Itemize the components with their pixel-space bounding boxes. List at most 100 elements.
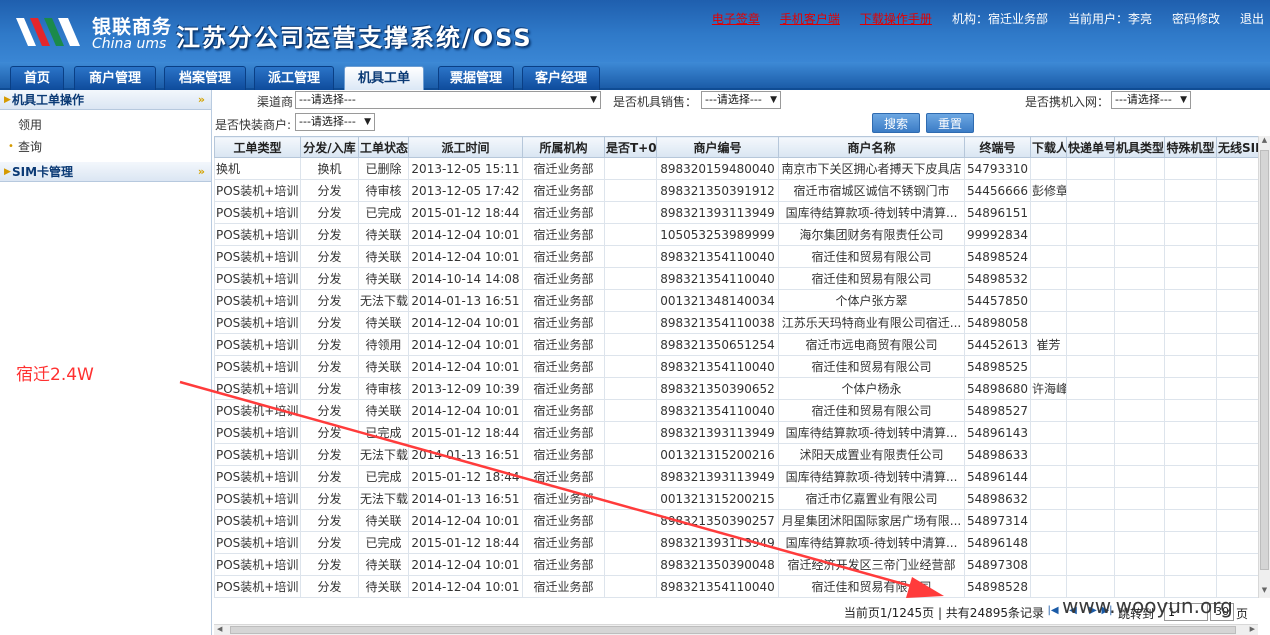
table-cell	[1216, 245, 1258, 268]
table-cell: 898321350390652	[656, 377, 779, 400]
table-cell	[1164, 553, 1217, 576]
table-cell: 54456666	[964, 179, 1031, 202]
table-row[interactable]: POS装机+培训 分发 已完成 2015-01-12 18:44 宿迁业务部 898321…	[214, 201, 1258, 224]
table-cell: 分发	[300, 355, 359, 378]
column-header[interactable]: 工单类型	[214, 136, 301, 158]
nav-tab-4[interactable]: 机具工单	[344, 66, 424, 90]
table-cell	[1066, 223, 1115, 246]
table-cell: 分发	[300, 465, 359, 488]
channel-select-value: ---请选择---	[299, 93, 356, 106]
column-header[interactable]: 特殊机型	[1164, 136, 1217, 158]
scroll-up-icon[interactable]: ▲	[1259, 136, 1270, 148]
column-header[interactable]: 派工时间	[408, 136, 523, 158]
table-row[interactable]: POS装机+培训 分发 已完成 2015-01-12 18:44 宿迁业务部 898321…	[214, 531, 1258, 554]
table-row[interactable]: POS装机+培训 分发 待审核 2013-12-09 10:39 宿迁业务部 898321…	[214, 377, 1258, 400]
header-link-6[interactable]: 退出	[1240, 12, 1264, 26]
column-header[interactable]: 是否T+0	[604, 136, 657, 158]
table-row[interactable]: POS装机+培训 分发 待领用 2014-12-04 10:01 宿迁业务部 898321…	[214, 333, 1258, 356]
header-link-2[interactable]: 下载操作手册	[860, 12, 932, 26]
nav-tab-1[interactable]: 商户管理	[74, 66, 156, 90]
nav-tab-0[interactable]: 首页	[10, 66, 64, 90]
column-header[interactable]: 所属机构	[522, 136, 605, 158]
channel-select[interactable]: ---请选择--- ▼	[295, 91, 601, 109]
table-cell	[1114, 553, 1165, 576]
column-header[interactable]: 分发/入库	[300, 136, 359, 158]
table-cell: 宿迁市宿城区诚信不锈钢门市	[778, 179, 965, 202]
table-header-row: 工单类型 分发/入库 工单状态 派工时间 所属机构 是否T+0 商户编号 商户名称 终端号 下载人…	[214, 136, 1258, 158]
sidebar-group-pos-orders[interactable]: ▶ 机具工单操作 »	[0, 90, 211, 110]
table-row[interactable]: 换机 换机 已删除 2013-12-05 15:11 宿迁业务部 898320159480…	[214, 157, 1258, 180]
table-row[interactable]: POS装机+培训 分发 无法下载 2014-01-13 16:51 宿迁业务部 00132…	[214, 443, 1258, 466]
table-row[interactable]: POS装机+培训 分发 待关联 2014-12-04 10:01 宿迁业务部 898321…	[214, 399, 1258, 422]
scroll-thumb[interactable]	[1260, 150, 1269, 570]
nav-tab-3[interactable]: 派工管理	[254, 66, 334, 90]
table-cell: POS装机+培训	[214, 443, 301, 466]
column-header[interactable]: 快递单号	[1066, 136, 1115, 158]
table-cell	[1114, 421, 1165, 444]
table-cell: 898321350390257	[656, 509, 779, 532]
table-row[interactable]: POS装机+培训 分发 待关联 2014-12-04 10:01 宿迁业务部 105053…	[214, 223, 1258, 246]
scroll-left-icon[interactable]: ◀	[217, 625, 222, 633]
table-cell	[1216, 487, 1258, 510]
first-page-icon[interactable]: |◀	[1046, 605, 1060, 619]
table-cell: 898321354110038	[656, 311, 779, 334]
table-row[interactable]: POS装机+培训 分发 已完成 2015-01-12 18:44 宿迁业务部 898321…	[214, 421, 1258, 444]
chevron-double-down-icon[interactable]: »	[198, 90, 205, 110]
table-cell	[1216, 179, 1258, 202]
table-row[interactable]: POS装机+培训 分发 无法下载 2014-01-13 16:51 宿迁业务部 00132…	[214, 289, 1258, 312]
table-row[interactable]: POS装机+培训 分发 待关联 2014-12-04 10:01 宿迁业务部 898321…	[214, 553, 1258, 576]
sidebar-item-query[interactable]: • 查询	[0, 136, 211, 158]
column-header[interactable]: 工单状态	[358, 136, 409, 158]
header-link-1[interactable]: 手机客户端	[780, 12, 840, 26]
sidebar-item-claim[interactable]: 领用	[0, 114, 211, 136]
horizontal-scrollbar[interactable]: ◀ ▶	[214, 624, 1258, 635]
pos-sale-select[interactable]: ---请选择--- ▼	[701, 91, 781, 109]
header-link-3[interactable]: 机构：宿迁业务部	[952, 12, 1048, 26]
column-header[interactable]: 商户编号	[656, 136, 779, 158]
quick-select[interactable]: ---请选择--- ▼	[295, 113, 375, 131]
table-row[interactable]: POS装机+培训 分发 待关联 2014-10-14 14:08 宿迁业务部 898321…	[214, 267, 1258, 290]
column-header[interactable]: 无线SIM信息	[1216, 136, 1258, 158]
table-cell: 898321350390048	[656, 553, 779, 576]
table-cell: POS装机+培训	[214, 465, 301, 488]
table-row[interactable]: POS装机+培训 分发 待关联 2014-12-04 10:01 宿迁业务部 898321…	[214, 245, 1258, 268]
reset-button[interactable]: 重置	[926, 113, 974, 133]
scroll-down-icon[interactable]: ▼	[1259, 586, 1270, 598]
portable-select[interactable]: ---请选择--- ▼	[1111, 91, 1191, 109]
column-header[interactable]: 机具类型	[1114, 136, 1165, 158]
table-row[interactable]: POS装机+培训 分发 待关联 2014-12-04 10:01 宿迁业务部 898321…	[214, 311, 1258, 334]
table-row[interactable]: POS装机+培训 分发 待审核 2013-12-05 17:42 宿迁业务部 898321…	[214, 179, 1258, 202]
header-link-5[interactable]: 密码修改	[1172, 12, 1220, 26]
table-row[interactable]: POS装机+培训 分发 待关联 2014-12-04 10:01 宿迁业务部 898321…	[214, 355, 1258, 378]
table-cell: 分发	[300, 267, 359, 290]
table-cell	[1114, 355, 1165, 378]
nav-tab-2[interactable]: 档案管理	[164, 66, 246, 90]
table-cell: 崔芳	[1030, 333, 1067, 356]
chevron-double-down-icon[interactable]: »	[198, 162, 205, 182]
table-cell	[604, 421, 657, 444]
nav-tab-5[interactable]: 票据管理	[438, 66, 514, 90]
table-cell: 宿迁佳和贸易有限公司	[778, 575, 965, 598]
column-header[interactable]: 商户名称	[778, 136, 965, 158]
table-cell	[1066, 465, 1115, 488]
nav-tab-6[interactable]: 客户经理	[522, 66, 600, 90]
column-header[interactable]: 终端号	[964, 136, 1031, 158]
table-cell	[1216, 157, 1258, 180]
table-cell: 54898680	[964, 377, 1031, 400]
table-row[interactable]: POS装机+培训 分发 无法下载 2014-01-13 16:51 宿迁业务部 00132…	[214, 487, 1258, 510]
table-cell: 国库待结算款项-待划转中清算...	[778, 201, 965, 224]
header-link-0[interactable]: 电子签章	[712, 12, 760, 26]
header-link-4[interactable]: 当前用户：李亮	[1068, 12, 1152, 26]
table-cell: 宿迁业务部	[522, 399, 605, 422]
search-button[interactable]: 搜索	[872, 113, 920, 133]
table-cell: 待关联	[358, 553, 409, 576]
column-header[interactable]: 下载人	[1030, 136, 1067, 158]
vertical-scrollbar[interactable]: ▲ ▼	[1258, 136, 1270, 598]
scroll-right-icon[interactable]: ▶	[1250, 625, 1255, 633]
table-row[interactable]: POS装机+培训 分发 已完成 2015-01-12 18:44 宿迁业务部 898321…	[214, 465, 1258, 488]
scroll-thumb[interactable]	[230, 626, 1236, 634]
logo-mark-icon	[16, 18, 80, 46]
sidebar-group-sim[interactable]: ▶ SIM卡管理 »	[0, 162, 211, 182]
table-cell	[1216, 443, 1258, 466]
table-row[interactable]: POS装机+培训 分发 待关联 2014-12-04 10:01 宿迁业务部 898321…	[214, 509, 1258, 532]
